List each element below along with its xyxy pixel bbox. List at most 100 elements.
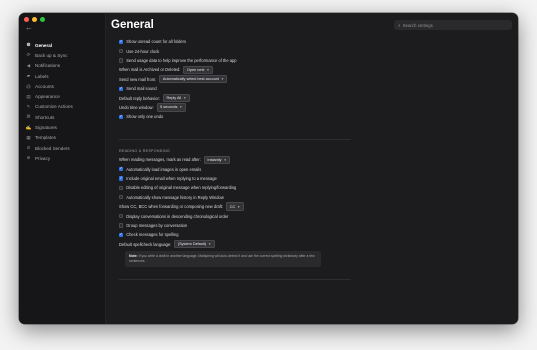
sidebar-item-accounts[interactable]: @ Accounts xyxy=(19,81,105,91)
setting-label: Include original email when replying to … xyxy=(126,175,217,181)
checkbox[interactable] xyxy=(119,223,124,228)
sidebar: ← ⚙ General ⟳ Back up & Sync ◀ Notifications ▰… xyxy=(19,13,106,324)
setting-show-only-one-undo[interactable]: ✓ Show only one undo xyxy=(119,112,351,121)
select-value: Reply All xyxy=(166,96,182,101)
window-controls xyxy=(24,17,45,22)
setting-undo-time: Undo time window: 5 seconds ▼ xyxy=(119,103,351,112)
sidebar-item-label: Notifications xyxy=(35,63,61,69)
select-value: Automatically select best account xyxy=(162,77,219,82)
cc-bcc-select[interactable]: CC ▼ xyxy=(226,202,244,211)
section-divider xyxy=(119,138,351,140)
checkbox[interactable]: ✓ xyxy=(119,86,124,91)
setting-label: Send usage data to help improve the perf… xyxy=(126,57,237,63)
setting-label: Default reply behavior: xyxy=(119,95,160,101)
sidebar-item-label: Appearance xyxy=(35,94,60,100)
search-input[interactable]: ⌕ Search settings xyxy=(394,20,512,30)
setting-check-spelling[interactable]: ✓ Check messages for spelling xyxy=(119,230,351,239)
close-window-button[interactable] xyxy=(24,17,29,22)
setting-send-usage-data[interactable]: Send usage data to help improve the perf… xyxy=(119,56,351,65)
appearance-icon: ▤ xyxy=(26,93,31,99)
checkbox[interactable]: ✓ xyxy=(119,232,124,237)
sidebar-item-label: Back up & Sync xyxy=(35,52,68,58)
select-value: Open next xyxy=(186,67,205,72)
checkbox[interactable]: ✓ xyxy=(119,114,124,119)
sidebar-item-appearance[interactable]: ▤ Appearance xyxy=(19,91,105,101)
setting-show-cc-bcc: Show CC, BCC when forwarding or composin… xyxy=(119,202,351,211)
minimize-window-button[interactable] xyxy=(32,17,37,22)
setting-group-messages[interactable]: Group messages by conversation xyxy=(119,221,351,230)
sidebar-nav: ⚙ General ⟳ Back up & Sync ◀ Notifications ▰ La… xyxy=(19,40,105,164)
sidebar-item-label: Accounts xyxy=(35,83,54,89)
mark-as-read-select[interactable]: Instantly ▼ xyxy=(203,155,231,164)
sidebar-item-templates[interactable]: ▦ Templates xyxy=(19,133,105,143)
sidebar-item-label: Labels xyxy=(35,73,49,79)
setting-label: Show CC, BCC when forwarding or composin… xyxy=(119,204,224,210)
checkbox[interactable] xyxy=(119,213,124,219)
select-value: Instantly xyxy=(207,157,222,162)
setting-label: Automatically load images in open emails xyxy=(126,166,202,172)
setting-label: Automatically show message history in Re… xyxy=(126,194,224,200)
settings-content: ✓ Show unread count for all folders Use … xyxy=(119,37,351,280)
setting-use-24h-clock[interactable]: Use 24-hour clock xyxy=(119,46,351,55)
checkbox[interactable]: ✓ xyxy=(119,176,124,181)
checkbox[interactable]: ✓ xyxy=(119,167,124,172)
command-icon: ⌘ xyxy=(26,114,31,120)
chevron-down-icon: ▼ xyxy=(206,67,210,72)
setting-label: Disable editing of original message when… xyxy=(126,185,237,191)
sidebar-item-shortcuts[interactable]: ⌘ Shortcuts xyxy=(19,112,105,122)
sidebar-item-label: Privacy xyxy=(35,155,51,161)
chevron-down-icon: ▼ xyxy=(179,105,183,110)
send-from-select[interactable]: Automatically select best account ▼ xyxy=(159,75,228,84)
sidebar-item-label: Templates xyxy=(35,135,56,141)
checkbox[interactable] xyxy=(119,58,124,63)
sidebar-item-labels[interactable]: ▰ Labels xyxy=(19,71,105,81)
default-reply-select[interactable]: Reply All ▼ xyxy=(162,93,190,103)
setting-label: Use 24-hour clock xyxy=(126,48,160,54)
chevron-down-icon: ▼ xyxy=(223,157,227,162)
setting-label: Show unread count for all folders xyxy=(126,39,187,45)
archived-deleted-select[interactable]: Open next ▼ xyxy=(183,65,213,75)
select-value: (System Default) xyxy=(177,242,207,247)
sidebar-item-notifications[interactable]: ◀ Notifications xyxy=(19,61,105,71)
checkbox[interactable] xyxy=(119,195,124,200)
checkbox[interactable] xyxy=(119,48,124,54)
setting-show-unread-count[interactable]: ✓ Show unread count for all folders xyxy=(119,37,351,46)
section-divider xyxy=(119,278,351,280)
maximize-window-button[interactable] xyxy=(40,17,45,22)
app-window: ← ⚙ General ⟳ Back up & Sync ◀ Notifications ▰… xyxy=(19,13,518,324)
checkbox[interactable] xyxy=(119,185,124,190)
sidebar-item-blocked-senders[interactable]: ⊘ Blocked Senders xyxy=(19,143,105,153)
megaphone-icon: ◀ xyxy=(26,62,31,68)
back-arrow-icon[interactable]: ← xyxy=(25,24,33,32)
sidebar-item-back-up-sync[interactable]: ⟳ Back up & Sync xyxy=(19,50,105,60)
block-icon: ⊘ xyxy=(26,145,31,151)
template-icon: ▦ xyxy=(26,134,31,140)
note-prefix: Note: xyxy=(129,253,138,258)
select-value: 5 seconds xyxy=(160,105,178,110)
setting-archived-deleted: When mail is Archived or Deleted: Open n… xyxy=(119,65,351,75)
search-placeholder: Search settings xyxy=(402,22,433,28)
sidebar-item-label: Customize Actions xyxy=(35,104,73,110)
chevron-down-icon: ▼ xyxy=(220,77,224,82)
setting-default-reply: Default reply behavior: Reply All ▼ xyxy=(119,93,351,103)
sidebar-item-general[interactable]: ⚙ General xyxy=(19,40,105,50)
setting-disable-editing[interactable]: Disable editing of original message when… xyxy=(119,183,351,192)
undo-time-select[interactable]: 5 seconds ▼ xyxy=(156,103,186,112)
sidebar-item-privacy[interactable]: ⊛ Privacy xyxy=(19,153,105,163)
note-text: If you write a draft in another language… xyxy=(129,253,315,263)
setting-show-history[interactable]: Automatically show message history in Re… xyxy=(119,193,351,202)
spellcheck-note: Note: If you write a draft in another la… xyxy=(125,250,321,267)
setting-label: Default spellcheck language: xyxy=(119,241,172,247)
sidebar-item-signatures[interactable]: ✍ Signatures xyxy=(19,122,105,132)
at-icon: @ xyxy=(26,83,31,89)
setting-send-mail-sound[interactable]: ✓ Send mail sound xyxy=(119,84,351,93)
setting-descending-order[interactable]: Display conversations in descending chro… xyxy=(119,211,351,220)
setting-auto-load-images[interactable]: ✓ Automatically load images in open emai… xyxy=(119,164,351,173)
sidebar-item-label: Signatures xyxy=(35,125,57,131)
sidebar-item-customize-actions[interactable]: ✎ Customize Actions xyxy=(19,102,105,112)
setting-label: When reading messages, mark as read afte… xyxy=(119,157,201,163)
spellcheck-language-select[interactable]: (System Default) ▼ xyxy=(174,240,215,249)
setting-mark-as-read: When reading messages, mark as read afte… xyxy=(119,155,351,164)
checkbox[interactable]: ✓ xyxy=(119,39,124,44)
setting-include-original[interactable]: ✓ Include original email when replying t… xyxy=(119,174,351,183)
